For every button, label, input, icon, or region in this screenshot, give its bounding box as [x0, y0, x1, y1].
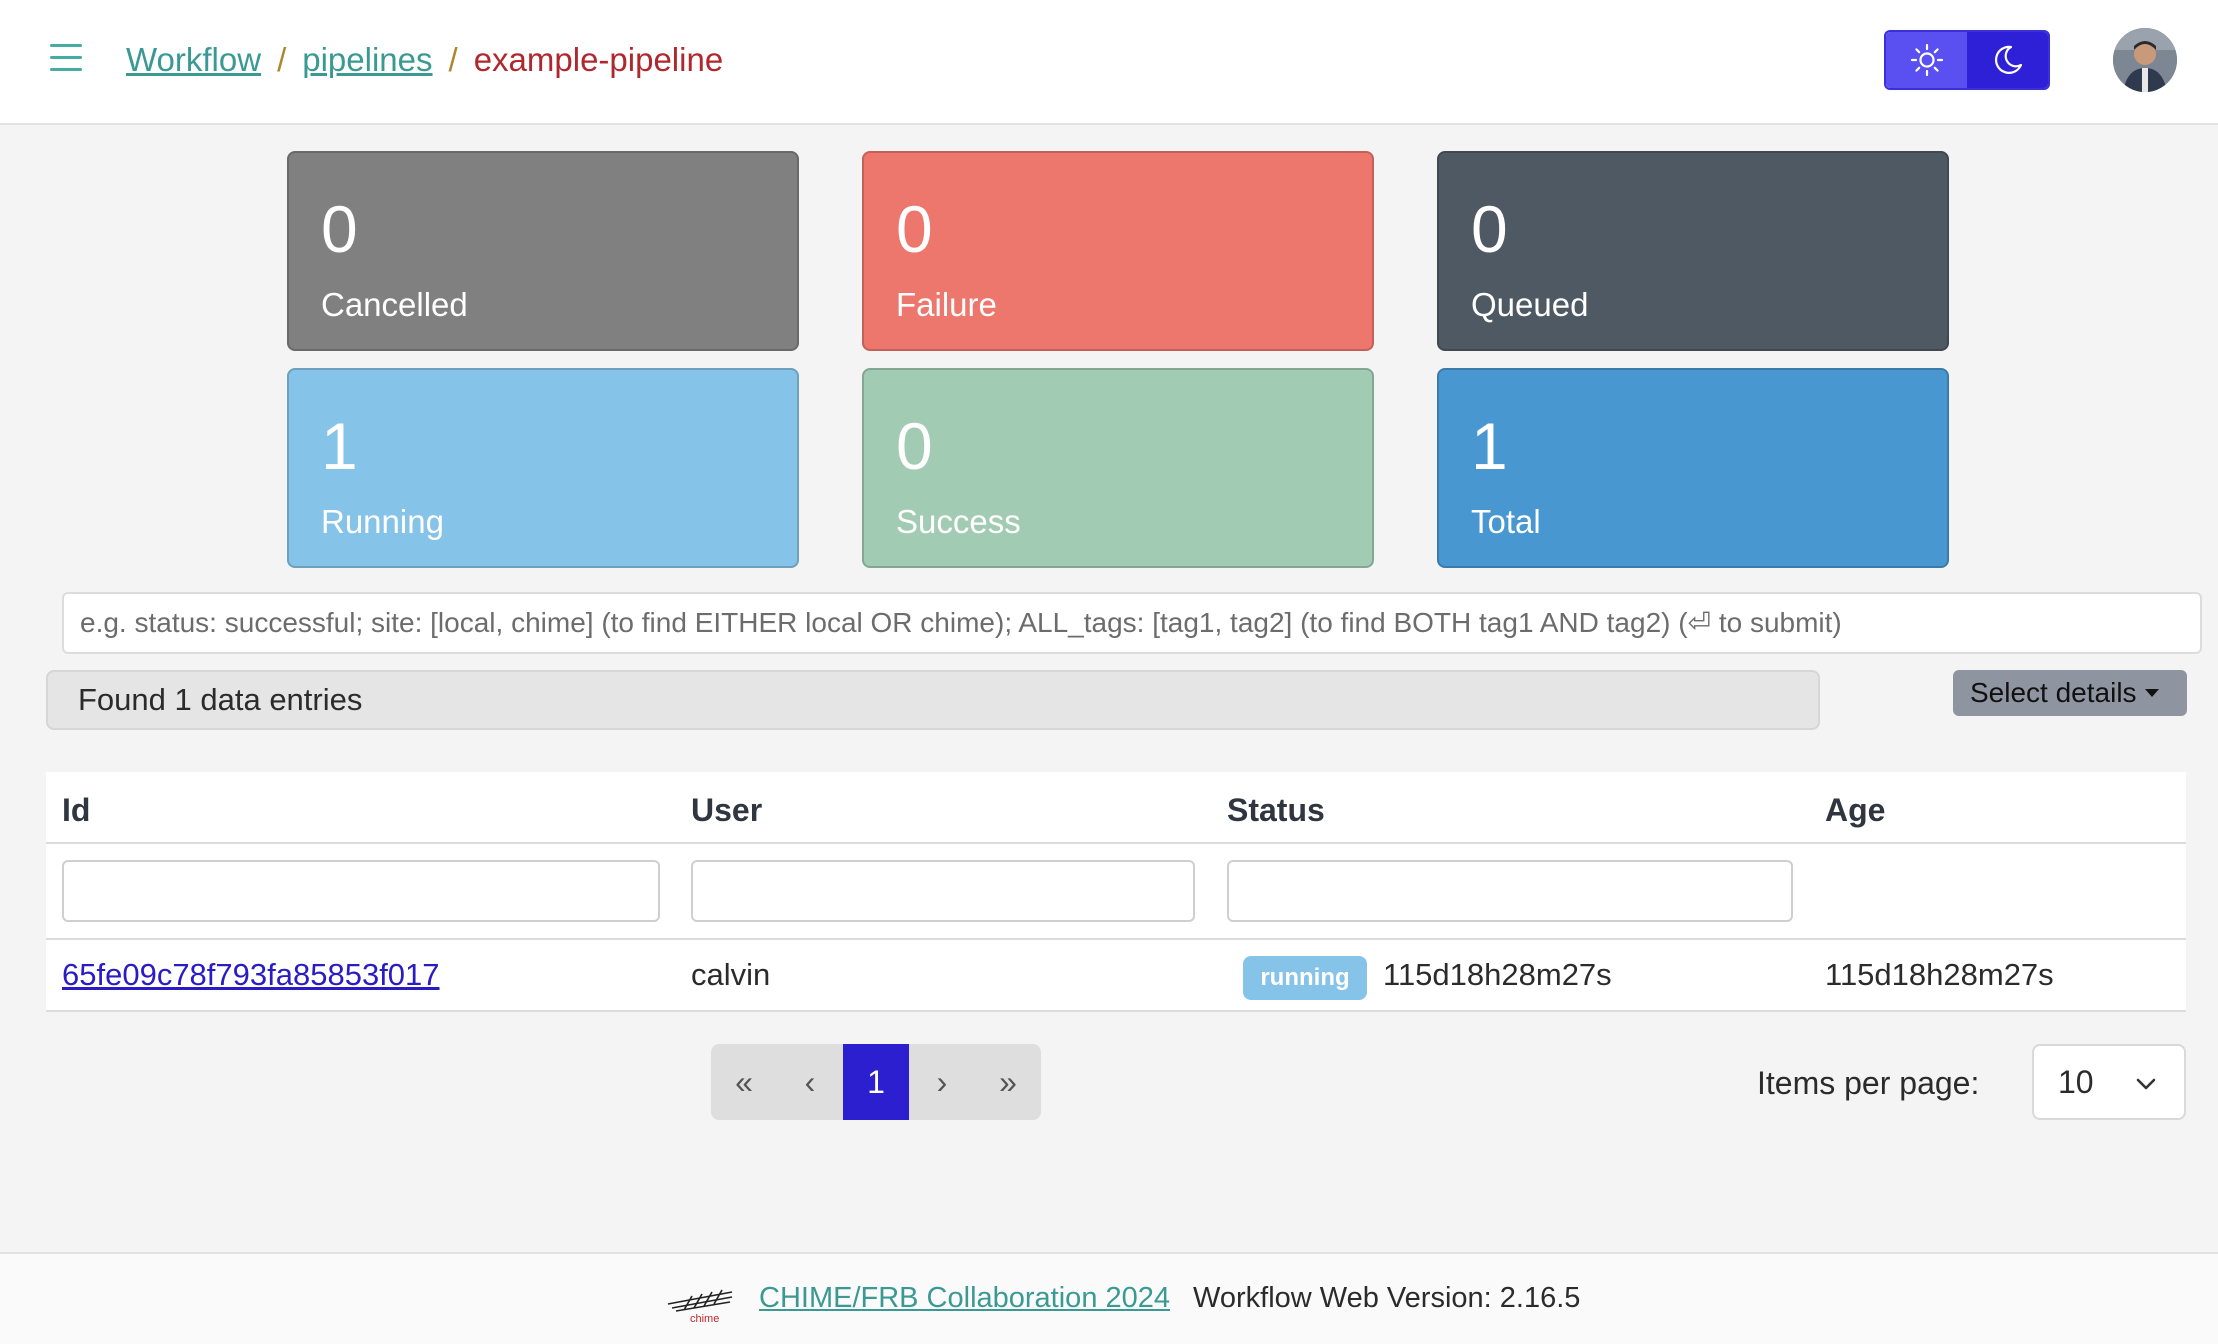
- user-avatar[interactable]: [2113, 28, 2177, 92]
- divider: [46, 938, 2186, 940]
- first-page-button[interactable]: «: [711, 1044, 777, 1120]
- stat-card-cancelled[interactable]: 0 Cancelled: [287, 151, 799, 351]
- status-filter-input[interactable]: [1227, 860, 1793, 922]
- stat-value: 0: [321, 192, 358, 266]
- id-filter-input[interactable]: [62, 860, 660, 922]
- breadcrumb-separator: /: [448, 41, 458, 78]
- data-table: Id User Status Age 65fe09c78f793fa85853f…: [46, 772, 2186, 1012]
- stat-label: Cancelled: [321, 286, 468, 323]
- user-filter-input[interactable]: [691, 860, 1195, 922]
- stat-card-success[interactable]: 0 Success: [862, 368, 1374, 568]
- stat-card-total[interactable]: 1 Total: [1437, 368, 1949, 568]
- stat-label: Total: [1471, 503, 1541, 540]
- chevron-down-icon: [2136, 1078, 2156, 1090]
- footer: chime CHIME/FRB Collaboration 2024 Workf…: [0, 1252, 2218, 1344]
- items-per-page-select[interactable]: 10: [2032, 1044, 2186, 1120]
- select-details-label: Select details: [1970, 677, 2137, 708]
- last-page-button[interactable]: »: [975, 1044, 1041, 1120]
- items-per-page-value: 10: [2058, 1064, 2094, 1100]
- row-user: calvin: [691, 957, 771, 992]
- pagination: « ‹ 1 › »: [711, 1044, 1041, 1120]
- breadcrumb-workflow-link[interactable]: Workflow: [126, 38, 261, 82]
- column-header-status[interactable]: Status: [1227, 790, 1325, 830]
- row-id-link[interactable]: 65fe09c78f793fa85853f017: [62, 954, 440, 996]
- column-header-age[interactable]: Age: [1825, 790, 1885, 830]
- stat-card-queued[interactable]: 0 Queued: [1437, 151, 1949, 351]
- column-header-user[interactable]: User: [691, 790, 762, 830]
- light-theme-button[interactable]: [1886, 32, 1967, 88]
- stat-label: Queued: [1471, 286, 1589, 323]
- row-age: 115d18h28m27s: [1825, 957, 2054, 992]
- row-status-time: 115d18h28m27s: [1383, 957, 1612, 992]
- breadcrumb-pipelines-link[interactable]: pipelines: [302, 38, 432, 82]
- stat-value: 0: [896, 409, 933, 483]
- search-input[interactable]: [62, 592, 2202, 654]
- hamburger-menu-icon[interactable]: [50, 44, 82, 72]
- footer-version: Workflow Web Version: 2.16.5: [1193, 1282, 1581, 1314]
- stat-card-failure[interactable]: 0 Failure: [862, 151, 1374, 351]
- stat-label: Success: [896, 503, 1021, 540]
- page-1-button[interactable]: 1: [843, 1044, 909, 1120]
- divider: [46, 1010, 2186, 1012]
- stat-value: 1: [1471, 409, 1508, 483]
- divider: [46, 842, 2186, 844]
- moon-icon: [1994, 45, 2022, 74]
- breadcrumb-current: example-pipeline: [473, 41, 724, 78]
- stat-label: Failure: [896, 286, 997, 323]
- stat-value: 0: [896, 192, 933, 266]
- sun-icon: [1910, 43, 1943, 77]
- footer-collaboration-link[interactable]: CHIME/FRB Collaboration 2024: [759, 1278, 1170, 1318]
- breadcrumb: Workflow / pipelines / example-pipeline: [126, 38, 723, 82]
- results-count: Found 1 data entries: [46, 670, 1820, 730]
- select-details-dropdown[interactable]: Select details: [1953, 670, 2187, 716]
- theme-toggle: [1884, 30, 2050, 90]
- previous-page-button[interactable]: ‹: [777, 1044, 843, 1120]
- stat-value: 1: [321, 409, 358, 483]
- caret-down-icon: [2144, 689, 2159, 697]
- next-page-button[interactable]: ›: [909, 1044, 975, 1120]
- column-header-id[interactable]: Id: [62, 790, 90, 830]
- top-header: Workflow / pipelines / example-pipeline: [0, 0, 2218, 125]
- stat-card-running[interactable]: 1 Running: [287, 368, 799, 568]
- status-badge: running: [1243, 956, 1367, 1000]
- svg-text:chime: chime: [690, 1313, 719, 1324]
- dark-theme-button[interactable]: [1967, 32, 2048, 88]
- stat-value: 0: [1471, 192, 1508, 266]
- stat-label: Running: [321, 503, 444, 540]
- breadcrumb-separator: /: [277, 41, 287, 78]
- chime-logo-icon: chime: [667, 1289, 733, 1324]
- items-per-page-label: Items per page:: [1757, 1065, 1980, 1101]
